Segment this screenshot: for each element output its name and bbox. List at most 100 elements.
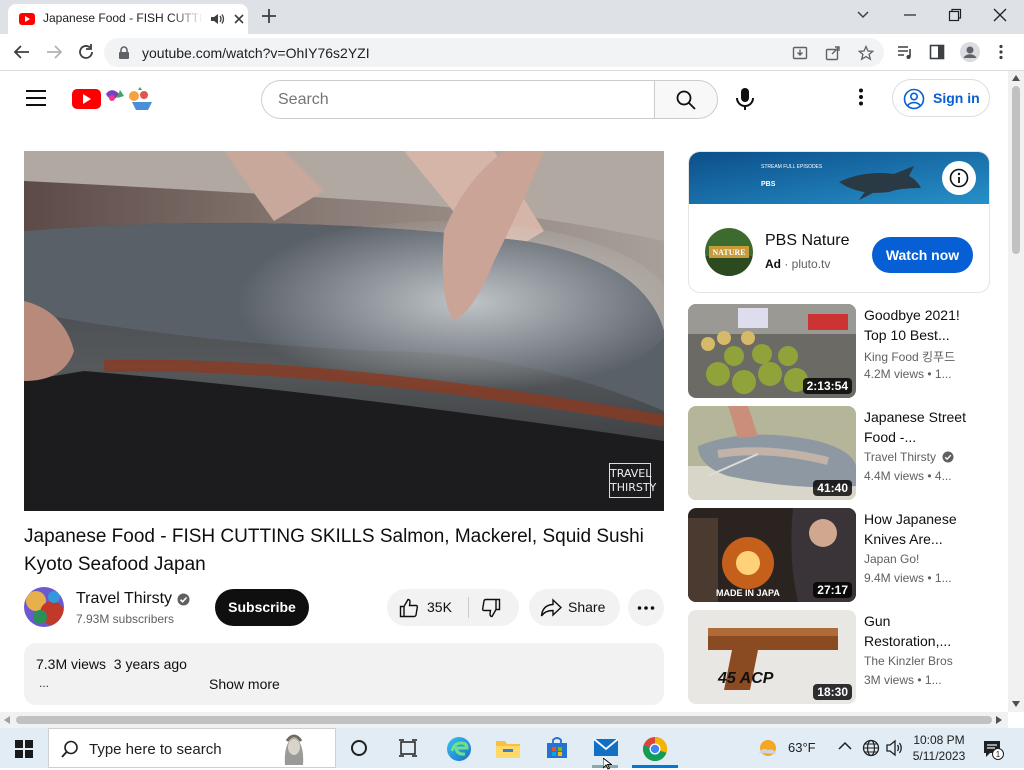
video-player[interactable]: TRAVEL THIRSTY <box>24 151 664 511</box>
like-button[interactable] <box>399 598 419 618</box>
recommendation-item[interactable]: MADE IN JAPA 27:17 How Japanese Knives A… <box>688 508 988 602</box>
microsoft-store-icon[interactable] <box>544 736 570 760</box>
file-explorer-icon[interactable] <box>495 736 521 760</box>
horizontal-scrollbar[interactable] <box>0 712 1008 728</box>
scroll-down-icon[interactable] <box>1012 701 1020 707</box>
taskbar-search-box[interactable]: Type here to search <box>48 728 336 768</box>
address-bar[interactable]: youtube.com/watch?v=OhIY76s2YZI <box>104 38 884 67</box>
sign-in-button[interactable]: Sign in <box>892 79 990 117</box>
recommendation-thumbnail[interactable]: 45 ACP 18:30 <box>688 610 856 704</box>
channel-name[interactable]: Travel Thirsty <box>76 590 172 608</box>
share-button[interactable]: Share <box>529 589 620 626</box>
youtube-logo[interactable] <box>72 86 158 112</box>
search-placeholder: Search <box>278 91 329 108</box>
lock-icon[interactable] <box>118 46 130 60</box>
ad-banner-brand: PBS <box>761 181 776 188</box>
temperature-label[interactable]: 63°F <box>788 740 816 755</box>
task-view-icon[interactable] <box>398 739 418 757</box>
ad-card[interactable]: STREAM FULL EPISODES PBS NATURE PBS Natu… <box>688 151 990 293</box>
search-box: Search <box>261 80 718 119</box>
recommendation-item[interactable]: 2:13:54 Goodbye 2021! Top 10 Best... Kin… <box>688 304 988 398</box>
recommendation-channel[interactable]: The Kinzler Bros <box>864 654 953 668</box>
recommendation-meta: 4.4M views • 4... <box>864 469 952 483</box>
scroll-right-icon[interactable] <box>996 716 1002 724</box>
mouse-cursor-icon <box>603 758 612 770</box>
weather-icon[interactable] <box>756 736 780 760</box>
channel-avatar[interactable] <box>24 587 64 627</box>
close-window-icon[interactable] <box>993 8 1007 22</box>
windows-start-icon[interactable] <box>15 740 33 758</box>
recommendation-thumbnail[interactable]: 2:13:54 <box>688 304 856 398</box>
recommendation-views: 3M views <box>864 673 915 687</box>
ad-title[interactable]: PBS Nature <box>765 232 849 250</box>
vertical-scroll-thumb[interactable] <box>1012 86 1020 254</box>
tab-close-icon[interactable] <box>233 13 245 25</box>
share-page-icon[interactable] <box>825 45 841 61</box>
recommendation-channel[interactable]: Travel Thirsty <box>864 450 954 464</box>
notification-center-icon[interactable]: 1 <box>982 738 1004 760</box>
chrome-menu-icon[interactable] <box>998 44 1004 60</box>
tab-title: Japanese Food - FISH CUTTING SKILLS Salm… <box>43 11 203 25</box>
taskbar-search-placeholder: Type here to search <box>89 741 222 758</box>
share-label: Share <box>568 599 606 615</box>
side-panel-icon[interactable] <box>929 44 945 60</box>
recommendation-title[interactable]: How Japanese Knives Are... <box>864 509 974 549</box>
ad-advertiser-logo[interactable]: NATURE <box>705 228 753 276</box>
media-control-icon[interactable] <box>897 44 913 60</box>
ad-info-button[interactable] <box>942 161 976 195</box>
microphone-icon[interactable] <box>734 87 756 111</box>
subscribe-button[interactable]: Subscribe <box>215 589 309 626</box>
video-duration: 2:13:54 <box>802 378 852 394</box>
like-dislike-segment: 35K <box>387 589 519 626</box>
show-hidden-icons-chevron[interactable] <box>838 741 852 751</box>
recommendation-title[interactable]: Gun Restoration,... <box>864 611 974 651</box>
reload-icon[interactable] <box>77 43 95 61</box>
network-globe-icon[interactable] <box>862 739 880 757</box>
recommendation-title[interactable]: Goodbye 2021! Top 10 Best... <box>864 305 974 345</box>
scroll-left-icon[interactable] <box>4 716 10 724</box>
ad-badge: Ad <box>765 257 781 271</box>
restore-icon[interactable] <box>948 8 962 22</box>
search-highlight-icon <box>284 734 304 765</box>
install-app-icon[interactable] <box>792 45 808 61</box>
recommendation-thumbnail[interactable]: 41:40 <box>688 406 856 500</box>
description-box[interactable]: 7.3M views 3 years ago ... Show more <box>24 643 664 705</box>
new-tab-icon[interactable] <box>261 8 277 24</box>
forward-icon[interactable] <box>45 43 63 61</box>
volume-icon[interactable] <box>886 739 904 757</box>
vertical-scrollbar[interactable] <box>1008 71 1024 712</box>
bookmark-star-icon[interactable] <box>858 45 874 61</box>
show-more-button[interactable]: Show more <box>209 676 280 692</box>
tab-audio-icon[interactable] <box>211 13 225 25</box>
more-actions-button[interactable] <box>628 589 664 626</box>
watch-now-button[interactable]: Watch now <box>872 237 973 273</box>
profile-avatar-icon[interactable] <box>960 42 980 62</box>
recommendation-channel[interactable]: King Food 킹푸드 <box>864 348 955 365</box>
taskbar-clock[interactable]: 10:08 PM 5/11/2023 <box>912 732 966 764</box>
recommendation-thumbnail[interactable]: MADE IN JAPA 27:17 <box>688 508 856 602</box>
back-icon[interactable] <box>13 43 31 61</box>
settings-more-icon[interactable] <box>858 88 864 106</box>
recommendation-title[interactable]: Japanese Street Food -... <box>864 407 974 447</box>
recommendation-age: 4... <box>934 469 952 483</box>
guide-menu-icon[interactable] <box>26 90 46 106</box>
scroll-up-icon[interactable] <box>1012 75 1020 81</box>
search-button[interactable] <box>654 80 718 119</box>
chrome-icon[interactable] <box>642 736 668 762</box>
recommendation-views: 4.2M views <box>864 367 925 381</box>
recommendation-item[interactable]: 41:40 Japanese Street Food -... Travel T… <box>688 406 988 500</box>
horizontal-scroll-thumb[interactable] <box>16 716 992 724</box>
like-divider <box>468 597 469 618</box>
edge-icon[interactable] <box>446 736 472 762</box>
recommendation-item[interactable]: 45 ACP 18:30 Gun Restoration,... The Kin… <box>688 610 988 704</box>
tab-search-chevron-icon[interactable] <box>856 8 870 22</box>
search-input[interactable]: Search <box>261 80 655 119</box>
cortana-icon[interactable] <box>350 739 368 757</box>
browser-tab-active[interactable]: Japanese Food - FISH CUTTING SKILLS Salm… <box>8 4 248 34</box>
recommendation-channel[interactable]: Japan Go! <box>864 552 919 566</box>
channel-watermark[interactable]: TRAVEL THIRSTY <box>609 463 656 498</box>
dislike-button[interactable] <box>481 598 501 618</box>
minimize-icon[interactable] <box>903 8 917 22</box>
recommendation-views: 4.4M views <box>864 469 925 483</box>
mail-icon[interactable] <box>593 736 619 758</box>
